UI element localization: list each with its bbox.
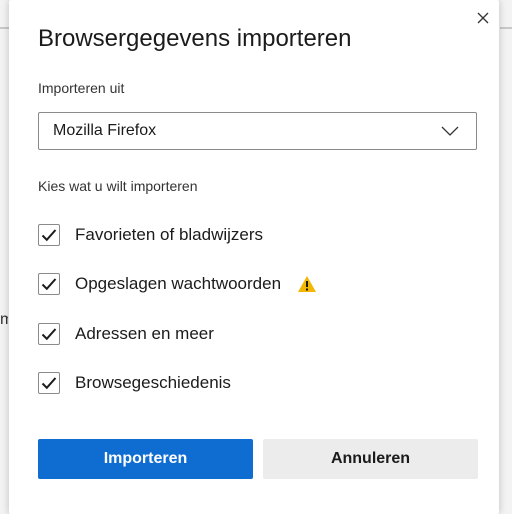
passwords-checkbox[interactable]: [38, 273, 60, 295]
import-dialog: Browsergegevens importeren Importeren ui…: [9, 0, 499, 514]
chevron-down-icon: [441, 126, 459, 136]
import-from-label: Importeren uit: [38, 80, 125, 96]
addresses-checkbox[interactable]: [38, 323, 60, 345]
checkmark-icon: [41, 328, 57, 341]
option-favorites[interactable]: Favorieten of bladwijzers: [38, 222, 263, 248]
cancel-button[interactable]: Annuleren: [263, 439, 478, 479]
checkmark-icon: [41, 278, 57, 291]
dialog-title: Browsergegevens importeren: [38, 25, 352, 52]
browser-select[interactable]: Mozilla Firefox: [38, 112, 477, 150]
option-history[interactable]: Browsegeschiedenis: [38, 370, 231, 396]
favorites-label: Favorieten of bladwijzers: [75, 225, 264, 244]
close-icon: [477, 12, 489, 24]
option-addresses[interactable]: Adressen en meer: [38, 321, 214, 347]
favorites-checkbox[interactable]: [38, 224, 60, 246]
background-text-fragment: m: [0, 311, 8, 328]
background-divider-right: [500, 27, 512, 29]
addresses-label: Adressen en meer: [75, 324, 214, 343]
history-checkbox[interactable]: [38, 372, 60, 394]
import-button[interactable]: Importeren: [38, 439, 253, 479]
checkmark-icon: [41, 229, 57, 242]
browser-select-value: Mozilla Firefox: [53, 122, 157, 139]
history-label: Browsegeschiedenis: [75, 373, 231, 392]
checkmark-icon: [41, 377, 57, 390]
warning-icon: [297, 275, 317, 293]
close-button[interactable]: [471, 6, 495, 30]
passwords-label: Opgeslagen wachtwoorden: [75, 274, 282, 293]
choose-items-label: Kies wat u wilt importeren: [38, 178, 198, 194]
option-passwords[interactable]: Opgeslagen wachtwoorden: [38, 271, 317, 297]
